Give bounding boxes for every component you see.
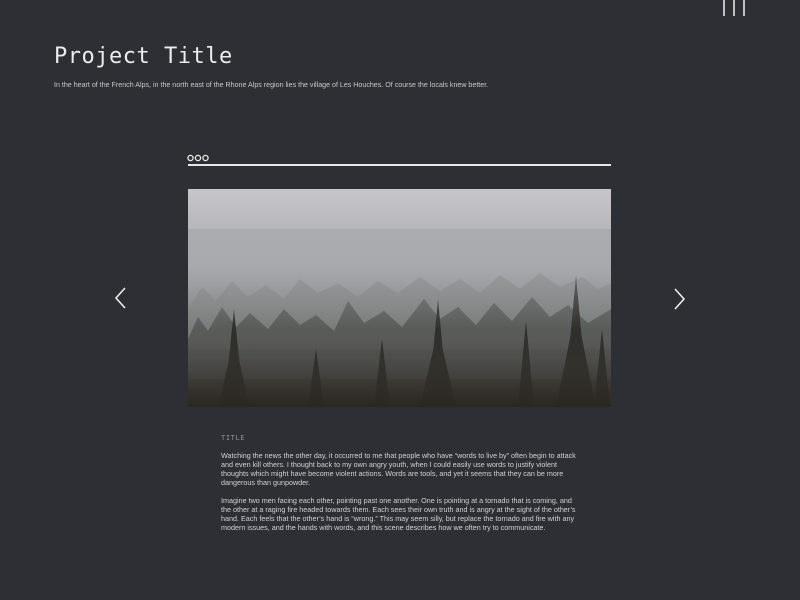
- window-rule: [188, 164, 611, 166]
- window-dots-icon: [187, 147, 211, 162]
- slide-image: [188, 189, 611, 407]
- hamburger-menu-icon[interactable]: [722, 0, 748, 18]
- chevron-left-icon[interactable]: [113, 286, 127, 310]
- caption-title: TITLE: [221, 434, 246, 442]
- page-subtitle: In the heart of the French Alps, in the …: [54, 81, 489, 89]
- body-paragraph: Imagine two men facing each other, point…: [221, 496, 576, 533]
- chevron-right-icon[interactable]: [673, 287, 687, 311]
- page-title: Project Title: [54, 44, 233, 69]
- body-paragraph: Watching the news the other day, it occu…: [221, 451, 576, 488]
